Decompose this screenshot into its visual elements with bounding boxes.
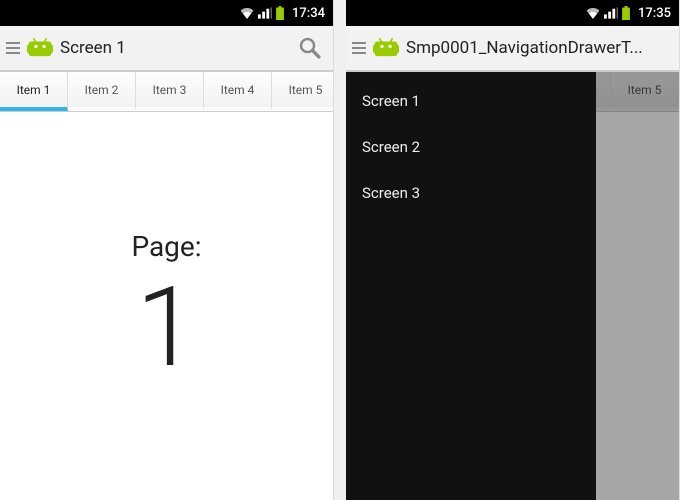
search-icon — [297, 35, 323, 61]
tab-label: Item 3 — [153, 83, 187, 97]
drawer-toggle-icon[interactable] — [352, 41, 366, 55]
page-content: Page: 1 — [0, 112, 333, 500]
navigation-drawer: Screen 1 Screen 2 Screen 3 — [346, 72, 596, 500]
wifi-icon — [586, 7, 600, 19]
page-label: Page: — [131, 230, 201, 263]
tab-item-2[interactable]: Item 2 — [68, 72, 136, 111]
action-bar: Smp0001_NavigationDrawerT... — [346, 26, 679, 72]
wifi-icon — [240, 7, 254, 19]
status-clock: 17:34 — [292, 6, 325, 21]
tab-item-1[interactable]: Item 1 — [0, 72, 68, 111]
tab-label: Item 4 — [221, 83, 255, 97]
drawer-item-label: Screen 3 — [362, 184, 420, 202]
app-icon[interactable] — [372, 34, 400, 62]
signal-icon — [258, 7, 272, 19]
actionbar-title: Smp0001_NavigationDrawerT... — [406, 38, 673, 58]
tab-label: Item 2 — [85, 83, 119, 97]
drawer-item-screen-2[interactable]: Screen 2 — [346, 124, 596, 170]
status-bar: 17:35 — [346, 0, 679, 26]
status-clock: 17:35 — [638, 6, 671, 21]
tab-item-4[interactable]: Item 4 — [204, 72, 272, 111]
phone-screen-right: 17:35 Smp0001_NavigationDrawerT... m 4 I… — [346, 0, 680, 500]
phone-screen-left: 17:34 Screen 1 Item 1 Item 2 Item 3 Item… — [0, 0, 334, 500]
drawer-item-screen-3[interactable]: Screen 3 — [346, 170, 596, 216]
tab-item-3[interactable]: Item 3 — [136, 72, 204, 111]
drawer-item-label: Screen 1 — [362, 92, 420, 110]
battery-icon — [276, 6, 284, 20]
search-button[interactable] — [293, 31, 327, 65]
drawer-toggle-icon[interactable] — [6, 41, 20, 55]
app-icon[interactable] — [26, 34, 54, 62]
tab-item-5[interactable]: Item 5 — [272, 72, 334, 111]
status-bar: 17:34 — [0, 0, 333, 26]
tab-label: Item 1 — [17, 83, 51, 97]
tab-strip: Item 1 Item 2 Item 3 Item 4 Item 5 — [0, 72, 333, 112]
action-bar: Screen 1 — [0, 26, 333, 72]
signal-icon — [604, 7, 618, 19]
battery-icon — [622, 6, 630, 20]
drawer-item-screen-1[interactable]: Screen 1 — [346, 78, 596, 124]
actionbar-title: Screen 1 — [60, 38, 287, 58]
tab-label: Item 5 — [289, 83, 323, 97]
drawer-item-label: Screen 2 — [362, 138, 420, 156]
page-number: 1 — [136, 273, 197, 383]
